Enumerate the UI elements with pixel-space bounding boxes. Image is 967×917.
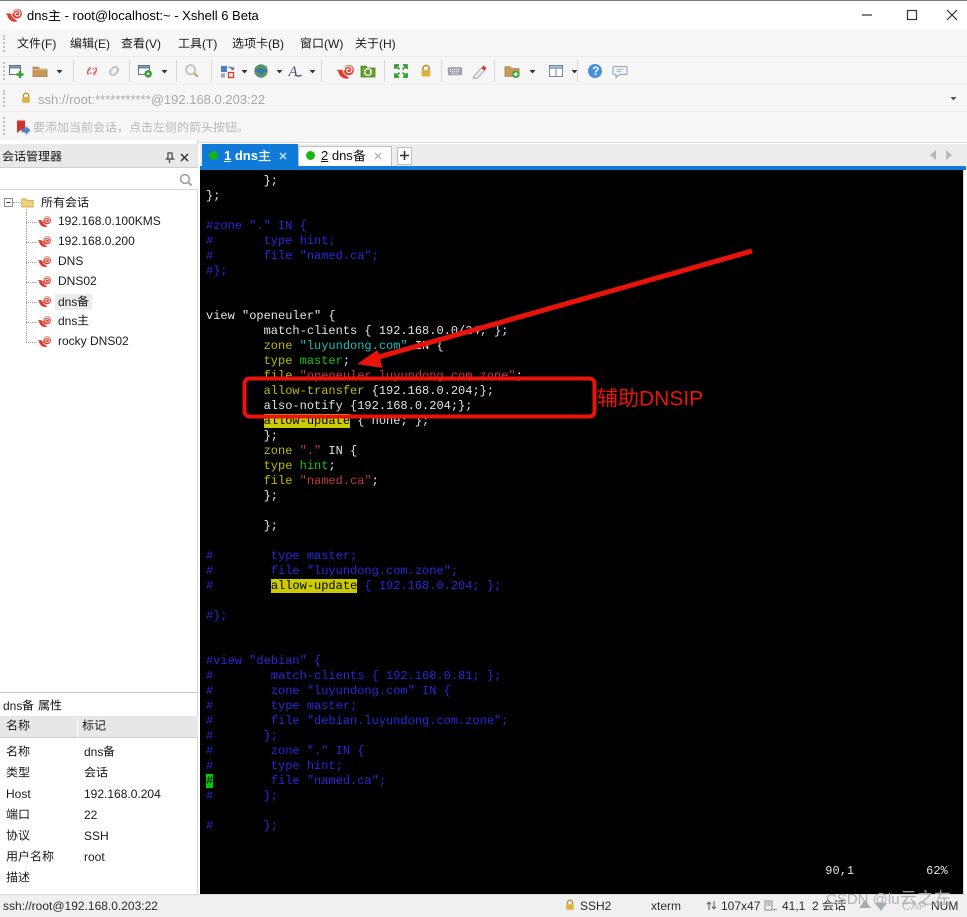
svg-text:?: ? <box>592 66 599 78</box>
